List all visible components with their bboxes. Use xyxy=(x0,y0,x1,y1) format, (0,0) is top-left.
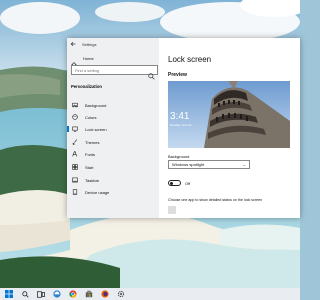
start-button[interactable] xyxy=(3,288,15,300)
chrome-button[interactable] xyxy=(67,288,79,300)
taskbar-icon xyxy=(72,177,78,183)
sidebar-item-label: Device usage xyxy=(85,189,110,195)
home-icon xyxy=(71,55,77,68)
lock-clock: 3:41 xyxy=(170,111,190,122)
title-bar: Settings xyxy=(67,38,159,50)
sidebar-item-label: Start xyxy=(85,164,94,170)
toggle-switch[interactable] xyxy=(168,180,181,186)
settings-button[interactable] xyxy=(115,288,127,300)
toggle-knob xyxy=(170,181,173,185)
search-icon[interactable] xyxy=(148,67,155,80)
start-icon xyxy=(72,164,78,170)
lock-date: Monday, June 10 xyxy=(170,123,192,127)
settings-window: Settings Home Find a setting Personaliza… xyxy=(67,38,300,218)
sidebar-item-home[interactable]: Home xyxy=(71,55,94,68)
sidebar-item-background[interactable]: Background xyxy=(67,100,159,110)
sidebar-item-colors[interactable]: Colors xyxy=(67,112,159,122)
search-button[interactable] xyxy=(19,288,31,300)
nav-section-title: Personalization xyxy=(71,84,102,89)
sidebar-item-fonts[interactable]: Fonts xyxy=(67,149,159,159)
lock-screen-preview: 3:41 Monday, June 10 xyxy=(168,81,290,148)
search-icon xyxy=(21,290,29,298)
page-title: Lock screen xyxy=(168,55,212,64)
background-label: Background xyxy=(168,154,190,159)
chevron-down-icon: ⌄ xyxy=(242,162,246,167)
firefox-button[interactable] xyxy=(99,288,111,300)
sidebar-item-label: Themes xyxy=(85,139,100,145)
taskview-icon xyxy=(37,290,45,298)
windows-logo-icon xyxy=(5,290,13,298)
font-icon xyxy=(72,151,78,157)
firefox-icon xyxy=(101,290,109,298)
app-title: Settings xyxy=(82,41,97,47)
sidebar-item-lock-screen[interactable]: Lock screen xyxy=(67,124,159,134)
background-selected-value: Windows spotlight xyxy=(172,162,205,167)
task-view-button[interactable] xyxy=(35,288,47,300)
sidebar-item-taskbar[interactable]: Taskbar xyxy=(67,175,159,185)
device-icon xyxy=(72,189,78,195)
preview-heading: Preview xyxy=(168,72,187,78)
toggle-row: Off xyxy=(168,180,190,186)
monitor-icon xyxy=(72,126,78,132)
search-input[interactable]: Find a setting xyxy=(71,65,158,80)
sidebar-item-label: Colors xyxy=(85,114,97,120)
lock-screen-content: Lock screen Preview 3:41 Monday, June 10… xyxy=(159,38,300,218)
search-placeholder: Find a setting xyxy=(75,67,100,73)
image-icon xyxy=(72,102,78,108)
back-arrow-icon[interactable] xyxy=(67,38,79,50)
sidebar-item-themes[interactable]: Themes xyxy=(67,137,159,147)
sidebar-item-label: Fonts xyxy=(85,151,96,157)
brush-icon xyxy=(72,139,78,145)
taskbar xyxy=(0,288,300,300)
detailed-status-text: Choose one app to show detailed status o… xyxy=(168,198,263,202)
sidebar-item-label: Lock screen xyxy=(85,126,107,132)
sidebar-item-label: Taskbar xyxy=(85,177,100,183)
settings-nav-pane: Settings Home Find a setting Personaliza… xyxy=(67,38,159,218)
sidebar-item-device-usage[interactable]: Device usage xyxy=(67,187,159,197)
sidebar-item-label: Background xyxy=(85,102,107,108)
background-dropdown[interactable]: Windows spotlight ⌄ xyxy=(168,160,250,169)
edge-icon xyxy=(53,290,61,298)
status-app-tile[interactable] xyxy=(168,206,176,214)
settings-icon xyxy=(117,290,125,298)
sidebar-item-start[interactable]: Start xyxy=(67,162,159,172)
store-button[interactable] xyxy=(83,288,95,300)
chrome-icon xyxy=(69,290,77,298)
palette-icon xyxy=(72,114,78,120)
sidebar-item-label: Home xyxy=(83,55,94,61)
edge-button[interactable] xyxy=(51,288,63,300)
toggle-state-label: Off xyxy=(185,180,191,186)
store-icon xyxy=(85,290,93,298)
